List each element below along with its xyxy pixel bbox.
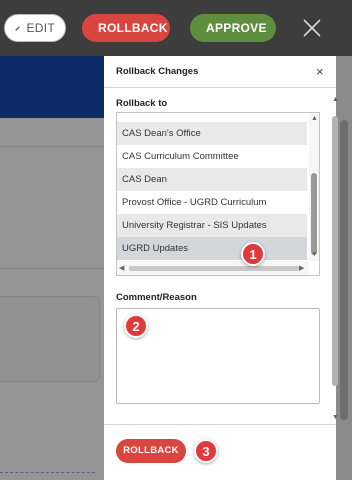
rollback-to-label: Rollback to bbox=[116, 98, 168, 109]
rollback-submit-button[interactable]: ROLLBACK bbox=[116, 439, 186, 463]
listbox-scroll-thumb[interactable] bbox=[311, 173, 317, 255]
list-item-partial[interactable]: MCOE Chair bbox=[117, 113, 307, 121]
page-scrollbar-thumb[interactable] bbox=[340, 120, 348, 420]
dialog-header: Rollback Changes × bbox=[104, 56, 336, 88]
list-scroll-right-icon[interactable]: ▶ bbox=[299, 264, 304, 272]
comment-label: Comment/Reason bbox=[116, 292, 197, 303]
rollback-dialog: Rollback Changes × ▲ ▼ Rollback to MCOE … bbox=[104, 56, 339, 480]
list-item[interactable]: CAS Dean bbox=[117, 168, 307, 191]
approve-button-label: APPROVE bbox=[206, 21, 267, 35]
callout-badge: 2 bbox=[124, 314, 148, 338]
header-banner bbox=[0, 56, 110, 118]
list-scroll-left-icon[interactable]: ◀ bbox=[119, 264, 124, 272]
list-item[interactable]: University Registrar - SIS Updates bbox=[117, 214, 307, 237]
approve-button[interactable]: APPROVE bbox=[190, 14, 276, 42]
link-underline bbox=[0, 472, 95, 473]
dialog-scrollbar[interactable]: ▲ ▼ bbox=[332, 96, 339, 426]
callout-badge: 1 bbox=[241, 242, 265, 266]
close-icon[interactable] bbox=[300, 16, 324, 40]
listbox-hscroll-thumb[interactable] bbox=[129, 266, 299, 271]
dialog-footer: ROLLBACK bbox=[104, 424, 336, 480]
dialog-scrollbar-thumb[interactable] bbox=[332, 116, 338, 386]
rollback-button-label: ROLLBACK bbox=[98, 21, 168, 35]
callout-badge: 3 bbox=[194, 439, 218, 463]
scroll-up-arrow-icon[interactable]: ▲ bbox=[332, 96, 339, 103]
edit-button-label: EDIT bbox=[26, 21, 55, 35]
list-item[interactable]: CAS Dean's Office bbox=[117, 122, 307, 145]
dialog-title: Rollback Changes bbox=[116, 66, 199, 77]
list-item[interactable]: Provost Office - UGRD Curriculum bbox=[117, 191, 307, 214]
list-item-selected[interactable]: UGRD Updates bbox=[117, 237, 307, 260]
divider bbox=[0, 146, 105, 147]
rollback-button[interactable]: ROLLBACK bbox=[82, 14, 170, 42]
list-item[interactable]: CAS Curriculum Committee bbox=[117, 145, 307, 168]
rollback-step-listbox[interactable]: MCOE Chair CAS Dean's Office CAS Curricu… bbox=[116, 112, 320, 276]
list-scroll-up-icon[interactable]: ▲ bbox=[311, 115, 318, 122]
scroll-down-arrow-icon[interactable]: ▼ bbox=[332, 414, 339, 421]
list-scroll-down-icon[interactable]: ▼ bbox=[311, 251, 318, 258]
edit-button[interactable]: EDIT bbox=[4, 14, 66, 42]
content-card bbox=[0, 296, 100, 382]
pencil-icon bbox=[15, 25, 20, 31]
dialog-close-icon[interactable]: × bbox=[316, 64, 324, 79]
divider bbox=[0, 268, 105, 269]
